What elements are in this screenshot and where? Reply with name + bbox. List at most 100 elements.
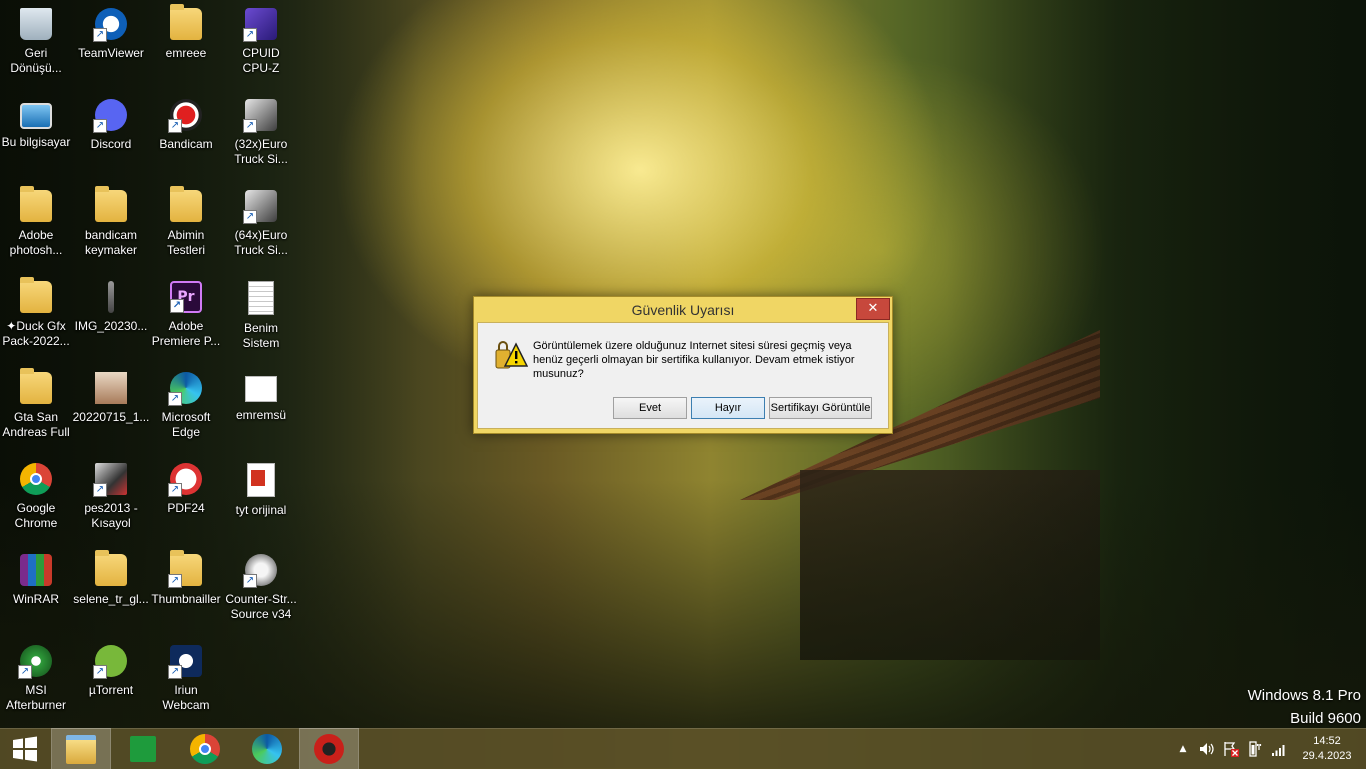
- taskbar-edge[interactable]: [238, 729, 296, 769]
- taskbar-file-explorer[interactable]: [51, 728, 111, 769]
- taskbar-bandicam[interactable]: [299, 728, 359, 769]
- folder-icon: [170, 4, 202, 40]
- desktop-icon-utorrent[interactable]: µTorrent: [72, 641, 150, 727]
- volume-button[interactable]: [1198, 729, 1216, 769]
- taskbar: ▲ 14:52 29.4.2023: [0, 728, 1366, 769]
- winrar-icon: [20, 554, 52, 586]
- start-button[interactable]: [0, 729, 50, 769]
- desktop-icon-adobe-premiere[interactable]: Pr Adobe Premiere P...: [147, 277, 225, 363]
- desktop-icon-gta-folder[interactable]: Gta San Andreas Full: [0, 368, 75, 454]
- desktop-icon-counter-strike[interactable]: Counter-Str... Source v34: [222, 550, 300, 636]
- close-button[interactable]: ✕: [856, 298, 890, 320]
- desktop-icon-msi-afterburner[interactable]: MSI Afterburner: [0, 641, 75, 727]
- desktop-icon-tyt-orijinal[interactable]: tyt orijinal: [222, 459, 300, 545]
- text-file-icon: [248, 281, 274, 315]
- ets2-icon: [243, 190, 277, 224]
- desktop-icon-photo-20220715[interactable]: 20220715_1...: [72, 368, 150, 454]
- premiere-icon: Pr: [170, 281, 202, 313]
- computer-icon: [20, 103, 52, 129]
- show-hidden-icons-button[interactable]: ▲: [1176, 729, 1190, 769]
- clock-date: 29.4.2023: [1302, 750, 1352, 762]
- power-button[interactable]: [1246, 729, 1264, 769]
- ets2-icon: [243, 99, 277, 133]
- watermark-build: Build 9600: [1290, 710, 1361, 727]
- action-center-button[interactable]: [1222, 729, 1240, 769]
- flag-error-icon: [1224, 742, 1239, 757]
- chrome-icon: [20, 463, 52, 495]
- desktop-icon-this-pc[interactable]: Bu bilgisayar: [0, 95, 75, 181]
- desktop-icon-bandicam[interactable]: Bandicam: [147, 95, 225, 181]
- taskbar-store[interactable]: [114, 729, 172, 769]
- desktop-icon-duck-gfx-folder[interactable]: ✦Duck Gfx Pack-2022...: [0, 277, 75, 363]
- desktop-icon-google-chrome[interactable]: Google Chrome: [0, 459, 75, 545]
- start-icon: [13, 736, 37, 762]
- cpuz-icon: [243, 8, 277, 42]
- desktop-icon-microsoft-edge[interactable]: Microsoft Edge: [147, 368, 225, 454]
- desktop-icon-discord[interactable]: Discord: [72, 95, 150, 181]
- edge-icon: [252, 734, 282, 764]
- desktop-icon-pdf24[interactable]: PDF24: [147, 459, 225, 545]
- warning-lock-icon: [495, 341, 528, 369]
- desktop-icon-ets2-64[interactable]: (64x)Euro Truck Si...: [222, 186, 300, 272]
- folder-icon: [20, 368, 52, 404]
- battery-plug-icon: [1249, 741, 1262, 757]
- desktop-icon-adobe-photoshop-folder[interactable]: Adobe photosh...: [0, 186, 75, 272]
- recycle-bin-icon: [20, 8, 52, 40]
- taskbar-chrome[interactable]: [176, 729, 234, 769]
- dialog-title: Güvenlik Uyarısı: [631, 302, 735, 318]
- folder-icon: [20, 186, 52, 222]
- desktop-icon-abimin-testleri-folder[interactable]: Abimin Testleri: [147, 186, 225, 272]
- pes-icon: [93, 463, 127, 497]
- pdf-icon: [247, 463, 275, 497]
- bandicam-icon: [314, 734, 344, 764]
- windows-watermark: Windows 8.1 Pro Build 9600: [1248, 684, 1361, 730]
- document-icon: [245, 376, 277, 402]
- folder-icon: [20, 277, 52, 313]
- desktop-icon-ets2-32[interactable]: (32x)Euro Truck Si...: [222, 95, 300, 181]
- network-button[interactable]: [1270, 729, 1288, 769]
- file-explorer-icon: [66, 734, 96, 764]
- folder-icon: [95, 186, 127, 222]
- folder-icon: [170, 186, 202, 222]
- no-button[interactable]: Hayır: [691, 397, 765, 419]
- security-alert-dialog: Güvenlik Uyarısı ✕ Görüntülemek üzere ol…: [473, 296, 893, 434]
- webcam-icon: [168, 645, 202, 679]
- msi-afterburner-icon: [18, 645, 52, 679]
- desktop-icon-selene-folder[interactable]: selene_tr_gl...: [72, 550, 150, 636]
- signal-bars-icon: [1272, 745, 1285, 756]
- counter-strike-icon: [243, 554, 277, 588]
- desktop-icon-cpu-z[interactable]: CPUID CPU-Z: [222, 4, 300, 90]
- clock-time: 14:52: [1313, 735, 1341, 747]
- store-icon: [130, 736, 156, 762]
- watermark-edition: Windows 8.1 Pro: [1247, 687, 1361, 704]
- folder-icon: [168, 550, 202, 588]
- desktop-icon-iriun-webcam[interactable]: Iriun Webcam: [147, 641, 225, 727]
- bandicam-icon: [168, 99, 202, 133]
- image-icon: [108, 281, 114, 313]
- desktop-icon-emreee-folder[interactable]: emreee: [147, 4, 225, 90]
- speaker-icon: [1200, 743, 1214, 755]
- desktop-icon-recycle-bin[interactable]: Geri Dönüşü...: [0, 4, 75, 90]
- view-certificate-button[interactable]: Sertifikayı Görüntüle: [769, 397, 872, 419]
- teamviewer-icon: [93, 8, 127, 42]
- pdf24-icon: [168, 463, 202, 497]
- desktop-icon-bandicam-keymaker-folder[interactable]: bandicam keymaker: [72, 186, 150, 272]
- desktop-icon-pes2013[interactable]: pes2013 - Kısayol: [72, 459, 150, 545]
- desktop-icon-teamviewer[interactable]: TeamViewer: [72, 4, 150, 90]
- desktop-icon-thumbnailler-folder[interactable]: Thumbnailler: [147, 550, 225, 636]
- photo-icon: [95, 372, 127, 404]
- yes-button[interactable]: Evet: [613, 397, 687, 419]
- edge-icon: [168, 372, 202, 406]
- discord-icon: [93, 99, 127, 133]
- dialog-body: Görüntülemek üzere olduğunuz Internet si…: [477, 322, 889, 429]
- desktop-icon-emremsu[interactable]: emremsü: [222, 368, 300, 454]
- chevron-up-icon: ▲: [1179, 744, 1187, 754]
- desktop-icon-winrar[interactable]: WinRAR: [0, 550, 75, 636]
- utorrent-icon: [93, 645, 127, 679]
- desktop-icon-img-2023[interactable]: IMG_20230...: [72, 277, 150, 363]
- folder-icon: [95, 550, 127, 586]
- desktop-icon-benim-sistem[interactable]: Benim Sistem: [222, 277, 300, 363]
- chrome-icon: [190, 734, 220, 764]
- taskbar-clock[interactable]: 14:52 29.4.2023: [1292, 734, 1362, 764]
- dialog-message: Görüntülemek üzere olduğunuz Internet si…: [533, 340, 855, 380]
